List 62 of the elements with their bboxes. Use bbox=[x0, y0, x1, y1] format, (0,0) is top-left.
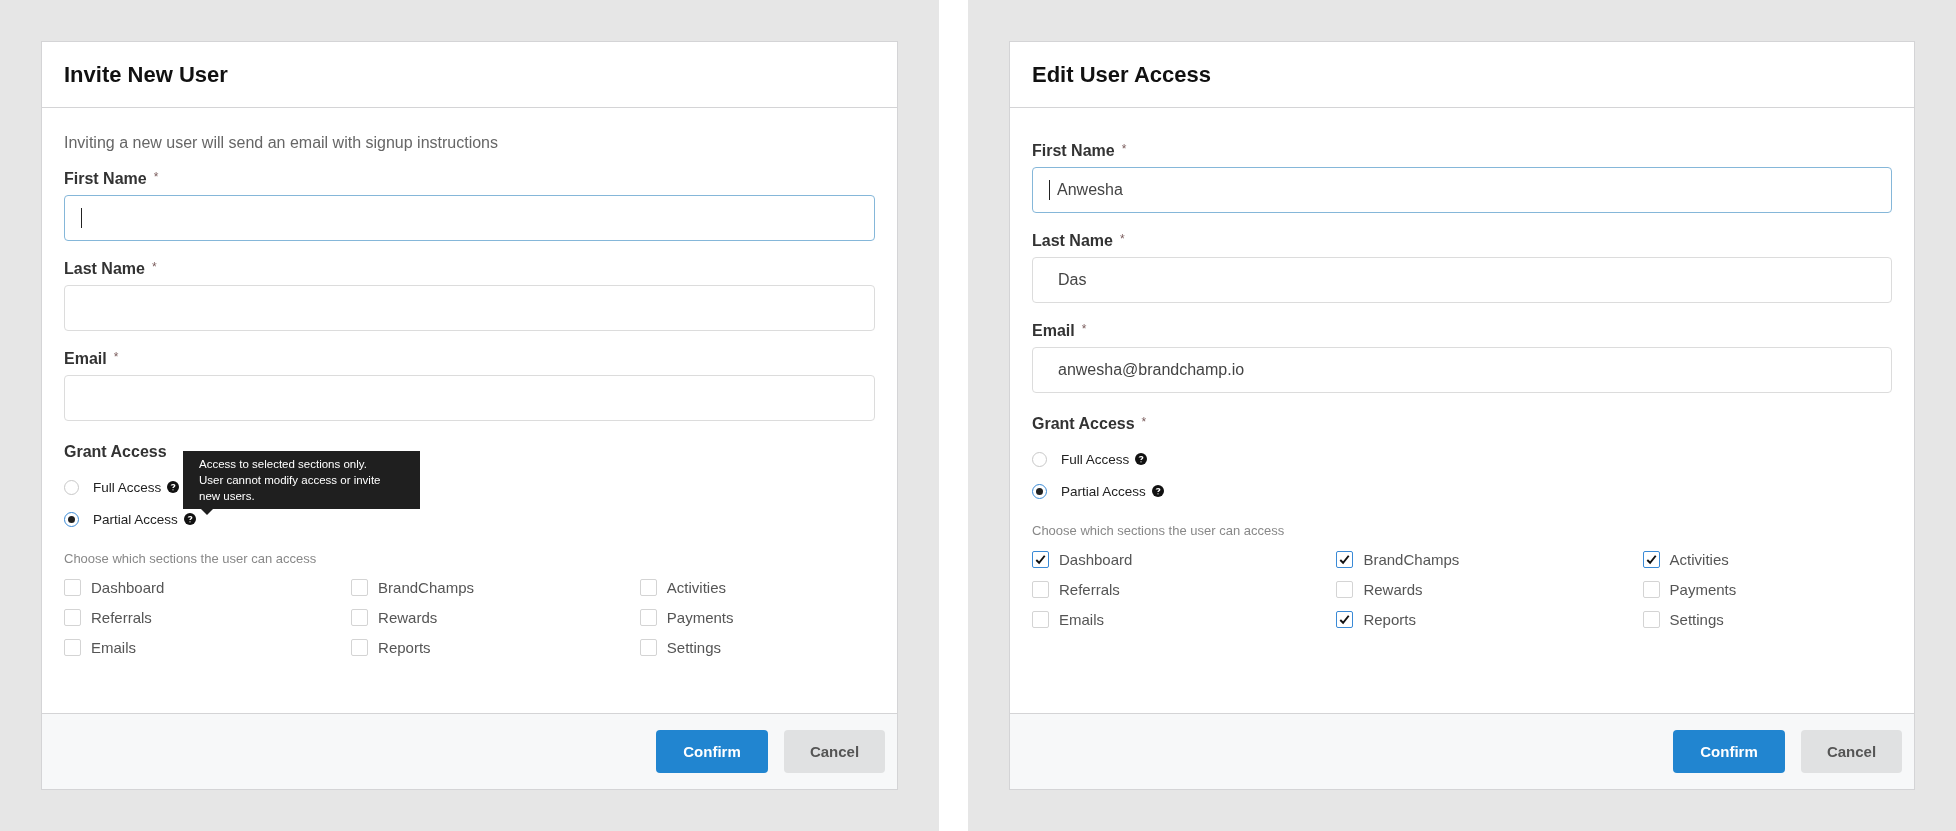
checkbox-label[interactable]: Settings bbox=[1669, 611, 1724, 628]
section-heading: Grant Access bbox=[64, 443, 167, 461]
checkbox-label[interactable]: BrandChamps bbox=[1363, 551, 1460, 568]
checkbox[interactable] bbox=[1032, 551, 1049, 568]
radio-label[interactable]: Full Access bbox=[93, 479, 162, 495]
checkbox-label[interactable]: Referrals bbox=[1059, 581, 1120, 598]
checkbox-label[interactable]: Payments bbox=[666, 609, 734, 626]
checkbox-label[interactable]: Reports bbox=[378, 639, 431, 656]
checkbox-label[interactable]: Activities bbox=[1669, 551, 1729, 568]
confirm-button[interactable]: Confirm bbox=[656, 730, 768, 773]
cancel-button[interactable]: Cancel bbox=[1801, 730, 1902, 773]
input-field[interactable]: anwesha@brandchamp.io bbox=[1032, 347, 1892, 393]
radio-label[interactable]: Partial Access bbox=[1061, 483, 1146, 499]
tooltip: Access to selected sections only. User cannot modify access or invite new users. bbox=[183, 451, 420, 509]
cancel-button[interactable]: Cancel bbox=[784, 730, 885, 773]
field-label: Email bbox=[1032, 322, 1075, 340]
field-label: Last Name bbox=[1032, 232, 1113, 250]
help-icon[interactable] bbox=[1151, 485, 1164, 497]
field-label: Last Name bbox=[64, 260, 145, 278]
confirm-button[interactable]: Confirm bbox=[1673, 730, 1785, 773]
radio-label[interactable]: Full Access bbox=[1061, 451, 1130, 467]
required-asterisk: * bbox=[1121, 142, 1127, 156]
checkbox-label[interactable]: Rewards bbox=[1363, 581, 1423, 598]
checkbox[interactable] bbox=[1336, 551, 1354, 568]
dialog-title: Edit User Access bbox=[1032, 61, 1211, 88]
input-field[interactable] bbox=[64, 285, 875, 331]
helper-text: Choose which sections the user can access bbox=[64, 551, 318, 566]
checkbox-label[interactable]: Dashboard bbox=[1059, 551, 1133, 568]
checkbox-label[interactable]: Rewards bbox=[378, 609, 438, 626]
required-asterisk: * bbox=[113, 350, 119, 364]
required-asterisk: * bbox=[151, 260, 157, 274]
required-asterisk: * bbox=[1141, 415, 1147, 429]
field-label: Email bbox=[64, 350, 107, 368]
section-heading: Grant Access bbox=[1032, 415, 1135, 433]
required-asterisk: * bbox=[1081, 322, 1087, 336]
checkbox-label[interactable]: Reports bbox=[1363, 611, 1416, 628]
help-icon[interactable] bbox=[183, 513, 196, 525]
help-icon[interactable] bbox=[1135, 453, 1148, 465]
required-asterisk: * bbox=[1119, 232, 1125, 246]
checkbox-label[interactable]: Referrals bbox=[91, 609, 152, 626]
radio-label[interactable]: Partial Access bbox=[93, 511, 178, 527]
checkbox-label[interactable]: BrandChamps bbox=[378, 579, 474, 596]
dialog-description: Inviting a new user will send an email with signup instructions bbox=[64, 134, 499, 152]
checkbox-label[interactable]: Settings bbox=[666, 639, 721, 656]
input-field[interactable] bbox=[64, 375, 875, 421]
field-label: First Name bbox=[64, 170, 147, 188]
tooltip-pointer bbox=[201, 509, 213, 515]
help-icon[interactable] bbox=[167, 481, 180, 493]
checkbox-label[interactable]: Payments bbox=[1669, 581, 1737, 598]
checkbox[interactable] bbox=[1642, 551, 1660, 568]
checkbox[interactable] bbox=[1336, 611, 1354, 628]
checkbox-label[interactable]: Emails bbox=[1059, 611, 1104, 628]
dialog-title: Invite New User bbox=[64, 61, 228, 88]
helper-text: Choose which sections the user can access bbox=[1032, 523, 1286, 538]
input-field[interactable]: Anwesha bbox=[1032, 167, 1892, 213]
field-label: First Name bbox=[1032, 142, 1115, 160]
input-field[interactable] bbox=[64, 195, 875, 241]
checkbox-label[interactable]: Dashboard bbox=[91, 579, 165, 596]
input-field[interactable]: Das bbox=[1032, 257, 1892, 303]
checkbox-label[interactable]: Emails bbox=[91, 639, 136, 656]
required-asterisk: * bbox=[153, 170, 159, 184]
checkbox-label[interactable]: Activities bbox=[666, 579, 726, 596]
